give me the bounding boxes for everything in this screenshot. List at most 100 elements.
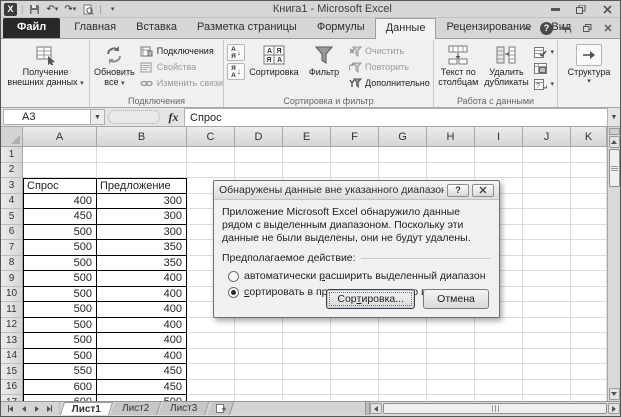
cell-D13[interactable]: [235, 333, 283, 349]
cell-D1[interactable]: [235, 147, 283, 163]
expand-formula-bar-icon[interactable]: ▼: [607, 108, 620, 126]
cell-B6[interactable]: 300: [97, 225, 187, 241]
cancel-button[interactable]: Отмена: [423, 289, 489, 309]
cell-B13[interactable]: 400: [97, 333, 187, 349]
cell-K5[interactable]: [571, 209, 607, 225]
outline-button[interactable]: Структура ▾: [561, 41, 617, 95]
cell-A4[interactable]: 400: [23, 194, 97, 210]
cell-A9[interactable]: 500: [23, 271, 97, 287]
cell-A14[interactable]: 500: [23, 349, 97, 365]
cell-B9[interactable]: 400: [97, 271, 187, 287]
column-header-D[interactable]: D: [235, 127, 283, 147]
sort-descending-button[interactable]: ЯА↓: [227, 63, 245, 80]
row-header-1[interactable]: 1: [1, 147, 23, 163]
sheet-tab-Лист2[interactable]: Лист2: [111, 402, 162, 415]
cell-E15[interactable]: [283, 364, 331, 380]
cell-E16[interactable]: [283, 380, 331, 396]
cell-G17[interactable]: [379, 395, 427, 401]
ribbon-tab-Вставка[interactable]: Вставка: [126, 18, 187, 38]
cell-J15[interactable]: [523, 364, 571, 380]
cell-K9[interactable]: [571, 271, 607, 287]
excel-logo-icon[interactable]: X: [4, 3, 17, 16]
cell-J14[interactable]: [523, 349, 571, 365]
select-all-corner[interactable]: [1, 127, 23, 147]
cell-F17[interactable]: [331, 395, 379, 401]
cell-G15[interactable]: [379, 364, 427, 380]
print-preview-icon[interactable]: [81, 3, 95, 16]
row-header-9[interactable]: 9: [1, 271, 23, 287]
row-header-6[interactable]: 6: [1, 225, 23, 241]
ribbon-tab-Формулы[interactable]: Формулы: [307, 18, 375, 38]
cell-J5[interactable]: [523, 209, 571, 225]
cell-J12[interactable]: [523, 318, 571, 334]
column-header-E[interactable]: E: [283, 127, 331, 147]
previous-sheet-icon[interactable]: [18, 403, 29, 414]
cell-K16[interactable]: [571, 380, 607, 396]
cell-H1[interactable]: [427, 147, 475, 163]
row-header-8[interactable]: 8: [1, 256, 23, 272]
column-header-G[interactable]: G: [379, 127, 427, 147]
cell-F13[interactable]: [331, 333, 379, 349]
column-header-A[interactable]: A: [23, 127, 97, 147]
column-header-B[interactable]: B: [97, 127, 187, 147]
cell-B14[interactable]: 400: [97, 349, 187, 365]
cell-A2[interactable]: [23, 163, 97, 179]
cell-F12[interactable]: [331, 318, 379, 334]
cell-E12[interactable]: [283, 318, 331, 334]
cell-K3[interactable]: [571, 178, 607, 194]
cell-A12[interactable]: 500: [23, 318, 97, 334]
dialog-option-1[interactable]: автоматически расширить выделенный диапа…: [228, 268, 491, 284]
column-header-I[interactable]: I: [475, 127, 523, 147]
cell-J11[interactable]: [523, 302, 571, 318]
cell-A11[interactable]: 500: [23, 302, 97, 318]
cell-H17[interactable]: [427, 395, 475, 401]
minimize-window-icon[interactable]: [545, 3, 565, 15]
cell-A16[interactable]: 600: [23, 380, 97, 396]
row-header-10[interactable]: 10: [1, 287, 23, 303]
split-handle[interactable]: [609, 128, 620, 135]
customize-quick-access-icon[interactable]: ▾: [106, 3, 120, 16]
next-sheet-icon[interactable]: [31, 403, 42, 414]
cell-J17[interactable]: [523, 395, 571, 401]
cell-I15[interactable]: [475, 364, 523, 380]
cell-H13[interactable]: [427, 333, 475, 349]
horizontal-scroll-thumb[interactable]: [383, 403, 607, 414]
refresh-all-button[interactable]: Обновить все ▾: [91, 41, 138, 95]
ribbon-tab-Разметка страницы[interactable]: Разметка страницы: [187, 18, 307, 38]
name-box[interactable]: А3: [3, 109, 91, 125]
cell-H2[interactable]: [427, 163, 475, 179]
row-header-17[interactable]: 17: [1, 395, 23, 401]
cell-K10[interactable]: [571, 287, 607, 303]
cell-K13[interactable]: [571, 333, 607, 349]
cell-B10[interactable]: 400: [97, 287, 187, 303]
cell-I13[interactable]: [475, 333, 523, 349]
cell-A13[interactable]: 500: [23, 333, 97, 349]
cell-D2[interactable]: [235, 163, 283, 179]
sheet-tab-Лист1[interactable]: Лист1: [60, 402, 113, 415]
row-header-13[interactable]: 13: [1, 333, 23, 349]
cell-A1[interactable]: [23, 147, 97, 163]
cell-J1[interactable]: [523, 147, 571, 163]
ribbon-tab-Данные[interactable]: Данные: [375, 18, 437, 39]
cell-D14[interactable]: [235, 349, 283, 365]
cell-I1[interactable]: [475, 147, 523, 163]
scroll-down-icon[interactable]: [609, 388, 620, 400]
cell-B16[interactable]: 450: [97, 380, 187, 396]
cell-A7[interactable]: 500: [23, 240, 97, 256]
undo-icon[interactable]: ↶▾: [45, 3, 59, 16]
cell-C16[interactable]: [187, 380, 235, 396]
filter-button[interactable]: Фильтр: [302, 41, 346, 95]
close-workbook-icon[interactable]: [600, 21, 616, 35]
cell-K8[interactable]: [571, 256, 607, 272]
scroll-up-icon[interactable]: [609, 136, 620, 148]
text-to-columns-button[interactable]: Текст по столбцам: [435, 41, 481, 95]
cell-F16[interactable]: [331, 380, 379, 396]
cell-I12[interactable]: [475, 318, 523, 334]
cell-J10[interactable]: [523, 287, 571, 303]
radio-icon[interactable]: [228, 287, 239, 298]
scroll-right-icon[interactable]: [608, 403, 620, 414]
vertical-scrollbar[interactable]: [607, 127, 620, 401]
cell-J8[interactable]: [523, 256, 571, 272]
cell-C12[interactable]: [187, 318, 235, 334]
cell-A6[interactable]: 500: [23, 225, 97, 241]
